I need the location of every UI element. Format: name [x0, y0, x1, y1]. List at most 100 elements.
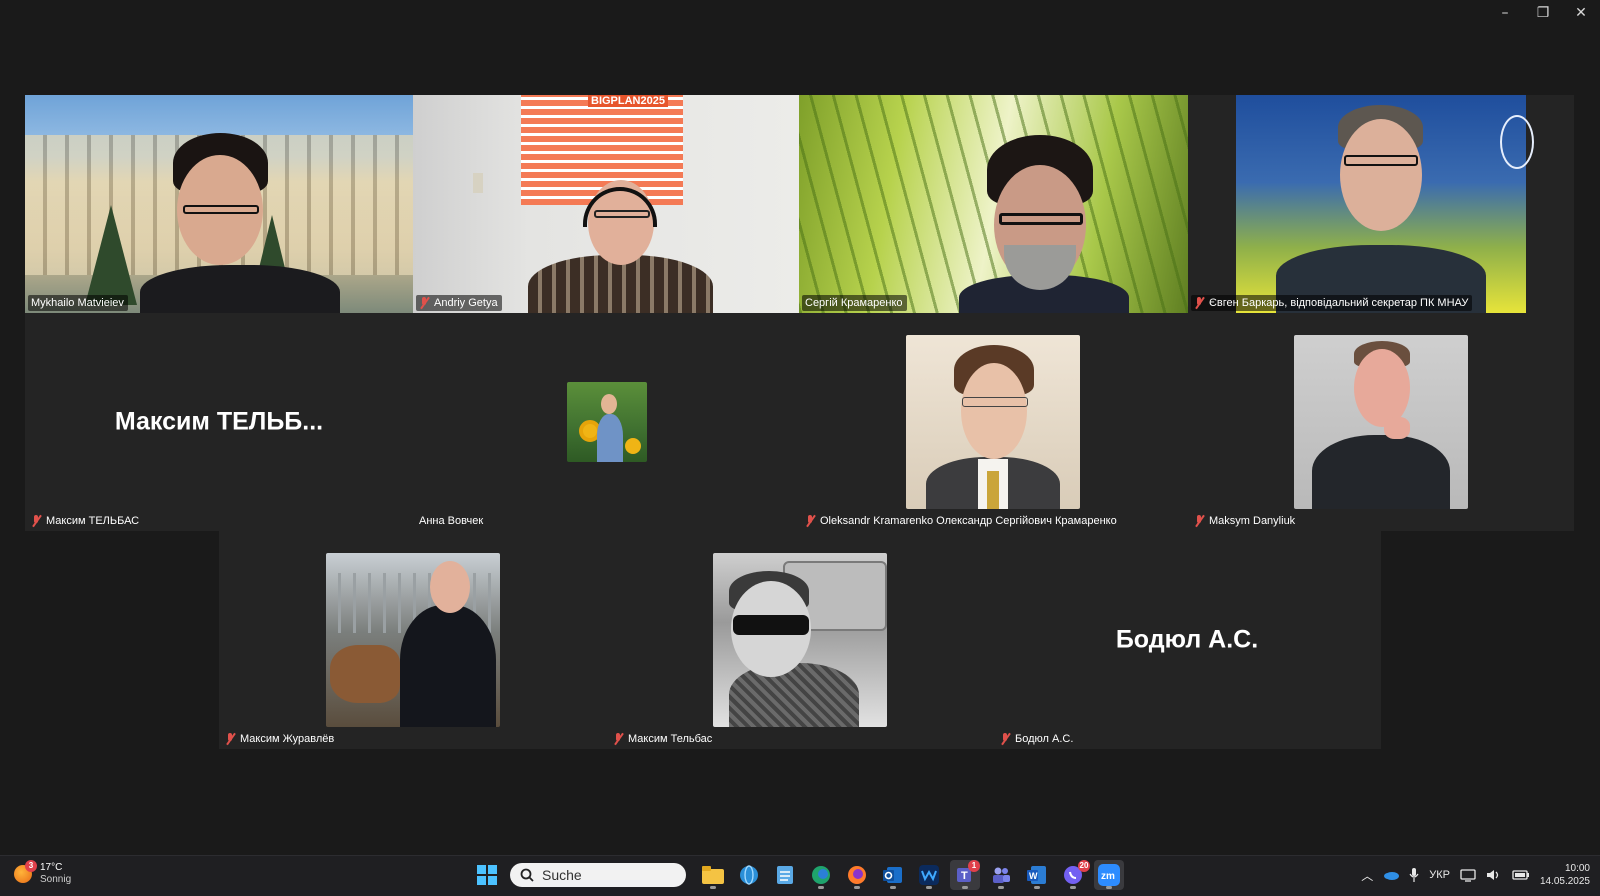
viber-badge: 20 [1078, 860, 1090, 872]
participant-name: Сергій Крамаренко [802, 295, 907, 311]
start-button[interactable] [472, 860, 502, 890]
windows-logo-icon [477, 865, 497, 885]
sunflower-icon [625, 438, 641, 454]
participant-name: Максим Журавлёв [222, 731, 338, 747]
close-button[interactable]: ✕ [1562, 0, 1600, 26]
svg-text:T: T [961, 870, 968, 882]
weather-temp: 17°C [40, 862, 63, 873]
participant-tile-yevhen-barkar[interactable]: Євген Баркарь, відповідальний секретар П… [1188, 95, 1574, 313]
glasses [962, 397, 1028, 407]
svg-text:zm: zm [1101, 871, 1115, 882]
avatar [326, 553, 500, 727]
avatar [906, 335, 1080, 509]
sun-icon: 3 [14, 860, 37, 883]
participant-tile-anna-vovchek[interactable]: Анна Вовчек [413, 313, 799, 531]
webstorm-icon[interactable] [914, 860, 944, 890]
participant-tile-maksym-zhuravlev[interactable]: Максим Журавлёв [219, 531, 607, 749]
tree-left [85, 205, 137, 305]
person-body [597, 414, 623, 462]
taskbar-apps: Suche T 1 W 20 zm [472, 860, 1124, 890]
clock[interactable]: 10:00 14.05.2025 [1540, 862, 1590, 888]
participant-name: Максим ТЕЛЬБАС [28, 513, 143, 529]
participant-tile-bodiul[interactable]: Бодюл А.С. Бодюл А.С. [994, 531, 1381, 749]
sunglasses [733, 615, 809, 635]
participant-name: Євген Баркарь, відповідальний секретар П… [1191, 295, 1473, 311]
wall-socket [473, 173, 483, 193]
hand [1384, 417, 1410, 439]
windows-taskbar: 3 17°C Sonnig Suche T 1 W 20 zm ︿ УКР 10… [0, 855, 1600, 896]
clock-time: 10:00 [1564, 863, 1590, 874]
search-icon [520, 868, 534, 882]
calendar-title: BIGPLAN2025 [588, 95, 668, 107]
onedrive-icon[interactable] [1383, 870, 1400, 880]
viber-icon[interactable]: 20 [1058, 860, 1090, 890]
participant-name: Максим Тельбас [610, 731, 716, 747]
minimize-button[interactable]: – [1486, 0, 1524, 26]
system-tray: ︿ УКР 10:00 14.05.2025 [1361, 862, 1590, 888]
mute-icon [225, 733, 236, 745]
microphone-icon[interactable] [1409, 868, 1419, 882]
weather-widget[interactable]: 3 17°C Sonnig [14, 860, 71, 886]
word-icon[interactable]: W [1022, 860, 1052, 890]
network-icon[interactable] [1460, 868, 1476, 882]
weather-badge: 3 [25, 860, 37, 872]
weather-condition: Sonnig [40, 874, 72, 885]
weather-text: 17°C Sonnig [40, 862, 71, 886]
avatar [567, 382, 647, 462]
person-head [601, 394, 617, 414]
person-body [140, 265, 340, 313]
mute-icon [1000, 733, 1011, 745]
person-head [1354, 349, 1410, 427]
participant-name: Maksym Danyliuk [1191, 513, 1299, 529]
file-explorer-icon[interactable] [698, 860, 728, 890]
person-body [1312, 435, 1450, 509]
mute-icon [1194, 515, 1205, 527]
zoom-icon[interactable]: zm [1094, 860, 1124, 890]
avatar [1294, 335, 1468, 509]
participant-tile-maksym-telbas-lower[interactable]: Максим Тельбас [607, 531, 994, 749]
language-indicator[interactable]: УКР [1429, 869, 1450, 881]
participant-display-name: Бодюл А.С. [1115, 625, 1259, 654]
tie [987, 471, 999, 509]
participant-tile-mykhailo-matvieiev[interactable]: Mykhailo Matvieiev [25, 95, 413, 313]
participant-tile-maksym-danyliuk[interactable]: Maksym Danyliuk [1188, 313, 1574, 531]
search-placeholder: Suche [542, 867, 582, 883]
svg-text:W: W [1029, 871, 1038, 881]
mute-icon [419, 297, 430, 309]
person-body [400, 605, 496, 727]
globe-app-icon[interactable] [734, 860, 764, 890]
edge-browser-icon[interactable] [806, 860, 836, 890]
mute-icon [31, 515, 42, 527]
teams-classic-icon[interactable] [986, 860, 1016, 890]
chevron-up-icon[interactable]: ︿ [1361, 867, 1373, 884]
firefox-icon[interactable] [842, 860, 872, 890]
glasses [183, 205, 259, 214]
participant-tile-serhii-kramarenko[interactable]: Сергій Крамаренко [799, 95, 1188, 313]
person-head [1340, 119, 1422, 231]
volume-icon[interactable] [1486, 868, 1502, 882]
battery-icon[interactable] [1512, 869, 1530, 881]
clock-date: 14.05.2025 [1539, 876, 1590, 887]
person-body [729, 663, 859, 727]
participant-tile-maksym-telbas-upper[interactable]: Максим ТЕЛЬБ... Максим ТЕЛЬБАС [25, 313, 413, 531]
teams-badge: 1 [968, 860, 980, 872]
glasses [1344, 155, 1418, 166]
participant-name: Andriy Getya [416, 295, 502, 311]
person-head [961, 363, 1027, 459]
participant-tile-oleksandr-kramarenko[interactable]: Oleksandr Kramarenko Олександр Сергійови… [799, 313, 1188, 531]
notepad-icon[interactable] [770, 860, 800, 890]
window-controls: – ❐ ✕ [1486, 0, 1600, 26]
restore-button[interactable]: ❐ [1524, 0, 1562, 26]
participant-tile-andriy-getya[interactable]: BIGPLAN2025 Andriy Getya [413, 95, 799, 313]
participant-name: Mykhailo Matvieiev [28, 295, 128, 311]
participant-name: Анна Вовчек [419, 515, 484, 527]
cow [330, 645, 400, 703]
participant-name: Бодюл А.С. [997, 731, 1077, 747]
mute-icon [1194, 297, 1205, 309]
mute-icon [805, 515, 816, 527]
taskbar-search[interactable]: Suche [510, 863, 686, 887]
glasses [999, 213, 1083, 225]
teams-icon[interactable]: T 1 [950, 860, 980, 890]
outlook-icon[interactable] [878, 860, 908, 890]
avatar [713, 553, 887, 727]
